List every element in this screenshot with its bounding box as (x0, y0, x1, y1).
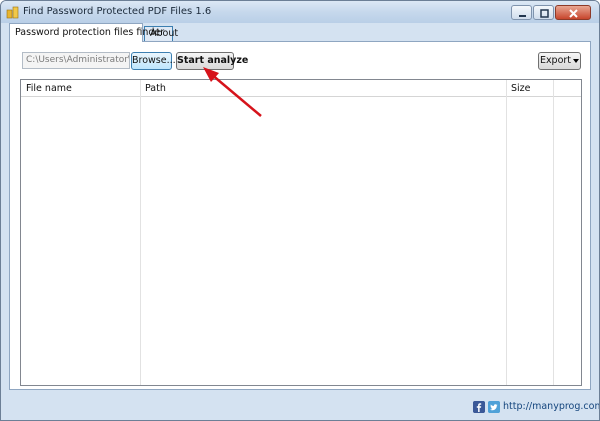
maximize-button[interactable] (533, 5, 554, 20)
status-bar: http://manyprog.com (1, 395, 599, 420)
app-icon (6, 6, 19, 19)
close-icon (569, 9, 578, 18)
export-label: Export (539, 55, 572, 66)
column-header-file-name[interactable]: File name (26, 83, 72, 94)
twitter-icon[interactable] (488, 401, 500, 413)
export-button[interactable]: Export (538, 52, 581, 70)
browse-button[interactable]: Browse... (131, 52, 176, 70)
main-panel: C:\Users\Administrator\De Browse... Star… (9, 41, 591, 390)
results-grid[interactable]: File name Path Size (20, 79, 582, 386)
column-size: Size (507, 80, 554, 385)
column-header-path[interactable]: Path (145, 83, 166, 94)
facebook-icon[interactable] (473, 401, 485, 413)
app-window: Find Password Protected PDF Files 1.6 Pa… (0, 0, 600, 421)
close-button[interactable] (555, 5, 591, 20)
start-analyze-button[interactable]: Start analyze (176, 52, 248, 70)
maximize-icon (540, 9, 549, 18)
window-controls (511, 5, 591, 20)
minimize-icon (519, 15, 526, 17)
folder-path-input[interactable]: C:\Users\Administrator\De (22, 52, 130, 69)
column-file-name: File name (21, 80, 141, 385)
column-extra (554, 80, 581, 385)
column-header-size[interactable]: Size (511, 83, 531, 94)
window-title: Find Password Protected PDF Files 1.6 (23, 6, 212, 17)
minimize-button[interactable] (511, 5, 532, 20)
column-path: Path (141, 80, 507, 385)
website-link[interactable]: http://manyprog.com (503, 401, 599, 412)
dropdown-arrow-icon (573, 58, 580, 63)
tab-password-finder[interactable]: Password protection files finder (9, 23, 164, 42)
title-bar[interactable]: Find Password Protected PDF Files 1.6 (1, 1, 599, 23)
